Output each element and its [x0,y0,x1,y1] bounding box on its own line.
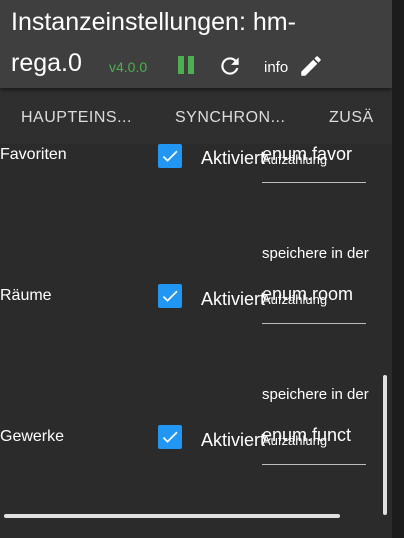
version-label: v4.0.0 [109,59,148,75]
pause-icon[interactable] [177,56,195,76]
refresh-icon[interactable] [217,53,243,79]
tab-haupteinstellungen[interactable]: HAUPTEINS... [21,109,132,127]
instance-settings-dialog: Instanzeinstellungen: hm- rega.0 v4.0.0 … [0,0,392,538]
tab-synchronisation[interactable]: SYNCHRON... [175,109,285,127]
vertical-scrollbar[interactable] [383,375,387,515]
tab-bar: HAUPTEINS... SYNCHRON... ZUSÄ [0,88,392,144]
enum-input[interactable]: enum.favor [262,144,366,165]
edit-icon[interactable] [298,53,324,79]
enum-input[interactable]: enum.funct [262,425,366,446]
window-edge [392,0,404,538]
input-underline [262,464,366,465]
dialog-header: Instanzeinstellungen: hm- rega.0 v4.0.0 … [0,0,392,88]
info-button[interactable]: info [264,59,288,76]
dialog-title: Instanzeinstellungen: hm- [11,8,296,36]
field-label: speichere in der [262,245,369,262]
enabled-checkbox[interactable] [158,284,182,308]
row-label: Räume [0,287,52,304]
checkbox-label: Aktiviert [201,289,266,309]
enabled-checkbox[interactable] [158,144,182,168]
field-label: speichere in der [262,386,369,403]
checkbox-label: Aktiviert [201,148,266,168]
row-label: Gewerke [0,428,65,445]
enum-input[interactable]: enum.room [262,284,366,305]
input-underline [262,323,366,324]
input-underline [262,182,366,183]
tab-zusaetzlich[interactable]: ZUSÄ [329,109,374,127]
enabled-checkbox[interactable] [158,425,182,449]
dialog-title-instance: rega.0 [11,49,82,77]
settings-list: Favoriten Aktiviert Aufzählung enum.favo… [0,144,392,538]
checkbox-label: Aktiviert [201,430,266,450]
row-label: Favoriten [0,146,67,163]
horizontal-scrollbar[interactable] [4,514,340,518]
